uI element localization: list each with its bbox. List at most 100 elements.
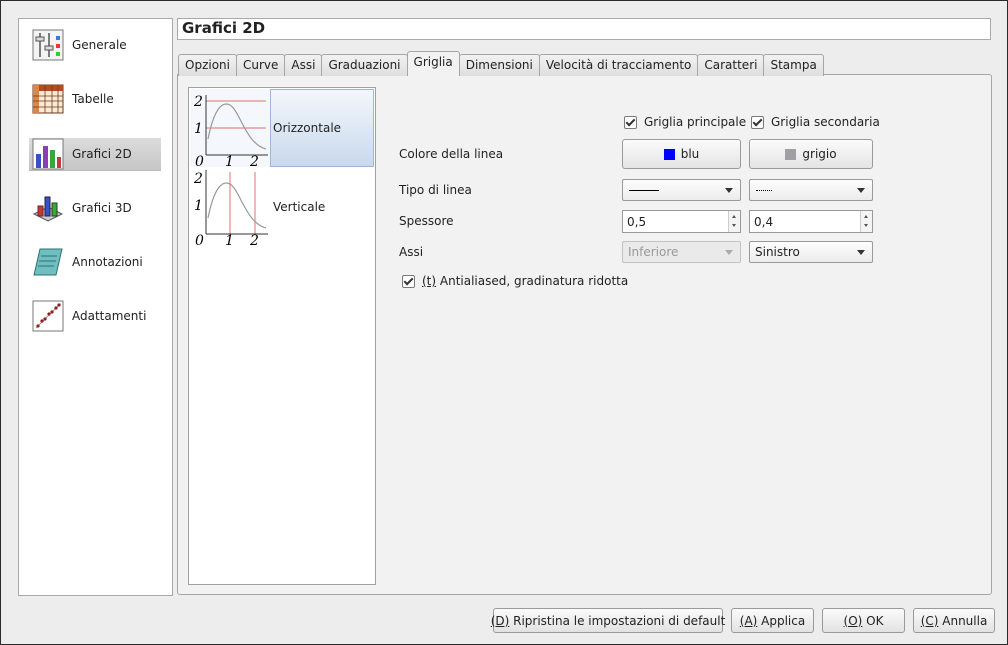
minor-grid-checkbox[interactable]: Griglia secondaria bbox=[751, 115, 880, 129]
minor-axis-value: Sinistro bbox=[755, 245, 800, 259]
preview-tick-y-1: 1 bbox=[194, 121, 203, 137]
major-line-type-select[interactable] bbox=[622, 179, 741, 201]
spin-down-icon bbox=[864, 224, 868, 227]
cancel-button[interactable]: (C) Annulla bbox=[913, 608, 995, 633]
page-title-box: Grafici 2D bbox=[177, 18, 991, 40]
vertical-grid-preview-icon: 2 1 0 1 2 bbox=[193, 170, 268, 246]
checkbox-checked-icon bbox=[402, 274, 415, 288]
minor-axis-select[interactable]: Sinistro bbox=[749, 241, 873, 263]
sidebar-item-label: Adattamenti bbox=[72, 309, 147, 323]
chevron-down-icon bbox=[725, 188, 733, 193]
sidebar-item-label: Annotazioni bbox=[72, 255, 143, 269]
major-thickness-spinbox[interactable]: 0,5 bbox=[622, 210, 741, 233]
tab-stampa[interactable]: Stampa bbox=[763, 54, 824, 76]
preview-tick-y-1: 1 bbox=[194, 198, 203, 214]
tab-opzioni[interactable]: Opzioni bbox=[178, 54, 237, 76]
tab-griglia[interactable]: Griglia bbox=[406, 51, 460, 76]
sidebar-item-grafici-2d[interactable]: Grafici 2D bbox=[29, 138, 161, 171]
3d-chart-icon bbox=[32, 196, 64, 222]
tab-assi[interactable]: Assi bbox=[284, 54, 323, 76]
tab-curve[interactable]: Curve bbox=[235, 54, 286, 76]
line-type-label: Tipo di linea bbox=[399, 183, 472, 197]
preview-tick-x-1: 1 bbox=[225, 233, 234, 246]
checkbox-checked-icon bbox=[624, 115, 637, 129]
tab-velocita[interactable]: Velocità di tracciamento bbox=[538, 54, 699, 76]
annotation-icon bbox=[33, 248, 63, 276]
ok-button[interactable]: (O) OK bbox=[822, 608, 905, 633]
tab-caratteri[interactable]: Caratteri bbox=[697, 54, 765, 76]
table-icon bbox=[32, 84, 64, 114]
restore-label: Ripristina le impostazioni di default bbox=[509, 613, 726, 628]
color-swatch bbox=[785, 148, 797, 160]
shortcut-prefix: (C) bbox=[920, 613, 939, 628]
grid-item-horizontal[interactable]: 2 1 0 1 2 Orizzontale bbox=[190, 89, 374, 167]
preview-tick-x-2: 2 bbox=[249, 154, 259, 167]
preview-tick-x-1: 1 bbox=[225, 154, 234, 167]
antialias-label: Antialiased, gradinatura ridotta bbox=[436, 274, 629, 288]
color-swatch bbox=[663, 148, 675, 160]
dotted-line-sample bbox=[756, 190, 772, 191]
chevron-down-icon bbox=[857, 188, 865, 193]
sidebar-item-annotazioni[interactable]: Annotazioni bbox=[29, 246, 161, 278]
minor-line-type-select[interactable] bbox=[749, 179, 873, 201]
sidebar-item-label: Grafici 3D bbox=[72, 201, 132, 215]
preview-tick-y-2: 2 bbox=[193, 94, 203, 110]
ok-label: OK bbox=[862, 613, 884, 628]
preview-tick-x-0: 0 bbox=[195, 233, 204, 246]
spin-up-icon bbox=[864, 215, 868, 218]
grid-item-label: Verticale bbox=[273, 200, 326, 214]
sidebar-item-label: Grafici 2D bbox=[72, 147, 132, 161]
tab-dimensioni[interactable]: Dimensioni bbox=[458, 54, 540, 76]
preferences-dialog: Generale Tabelle Grafici 2D Grafici 3D A… bbox=[0, 0, 1008, 645]
spin-buttons[interactable] bbox=[728, 211, 740, 232]
tab-bar: Opzioni Curve Assi Graduazioni Griglia D… bbox=[178, 51, 824, 76]
fit-curve-icon bbox=[32, 300, 64, 332]
chevron-down-icon bbox=[857, 250, 865, 255]
major-color-button[interactable]: blu bbox=[622, 139, 741, 169]
spin-buttons[interactable] bbox=[860, 211, 872, 232]
bar-chart-icon bbox=[32, 138, 64, 170]
chevron-down-icon bbox=[725, 250, 733, 255]
grid-orientation-list: 2 1 0 1 2 Orizzontale 2 1 0 1 2 Vertical… bbox=[188, 87, 376, 585]
major-grid-checkbox[interactable]: Griglia principale bbox=[624, 115, 746, 129]
thickness-label: Spessore bbox=[399, 214, 454, 228]
line-color-label: Colore della linea bbox=[399, 147, 504, 161]
shortcut-prefix: (O) bbox=[843, 613, 863, 628]
preview-tick-y-2: 2 bbox=[193, 171, 203, 187]
shortcut-prefix: (A) bbox=[739, 613, 758, 628]
major-color-name: blu bbox=[680, 147, 700, 161]
sidebar-item-tabelle[interactable]: Tabelle bbox=[29, 83, 161, 115]
page-title: Grafici 2D bbox=[182, 19, 266, 37]
major-thickness-value: 0,5 bbox=[627, 215, 647, 229]
minor-thickness-spinbox[interactable]: 0,4 bbox=[749, 210, 873, 233]
shortcut-prefix: (D) bbox=[490, 613, 510, 628]
horizontal-grid-preview-icon: 2 1 0 1 2 bbox=[190, 89, 270, 167]
restore-defaults-button[interactable]: (D) Ripristina le impostazioni di defaul… bbox=[490, 608, 726, 633]
sidebar-item-generale[interactable]: Generale bbox=[29, 29, 161, 61]
antialias-checkbox[interactable]: (t) Antialiased, gradinatura ridotta bbox=[402, 274, 628, 288]
sidebar-item-adattamenti[interactable]: Adattamenti bbox=[29, 300, 161, 332]
solid-line-sample bbox=[629, 190, 659, 191]
spin-down-icon bbox=[732, 224, 736, 227]
preview-tick-x-2: 2 bbox=[249, 233, 259, 246]
tab-graduazioni[interactable]: Graduazioni bbox=[321, 54, 408, 76]
grid-item-label: Orizzontale bbox=[273, 121, 342, 135]
grid-item-vertical[interactable]: 2 1 0 1 2 Verticale bbox=[190, 168, 374, 246]
axes-label: Assi bbox=[399, 245, 424, 259]
apply-button[interactable]: (A) Applica bbox=[731, 608, 814, 633]
cancel-label: Annulla bbox=[938, 613, 988, 628]
major-axis-select: Inferiore bbox=[622, 241, 741, 263]
minor-color-name: grigio bbox=[802, 147, 837, 161]
minor-color-button[interactable]: grigio bbox=[749, 139, 873, 169]
minor-grid-label: Griglia secondaria bbox=[771, 115, 880, 129]
major-grid-label: Griglia principale bbox=[644, 115, 747, 129]
category-sidebar: Generale Tabelle Grafici 2D Grafici 3D A… bbox=[18, 18, 173, 596]
settings-sliders-icon bbox=[32, 29, 64, 61]
sidebar-item-grafici-3d[interactable]: Grafici 3D bbox=[29, 192, 161, 224]
major-axis-value: Inferiore bbox=[628, 245, 679, 259]
apply-label: Applica bbox=[757, 613, 806, 628]
sidebar-item-label: Tabelle bbox=[72, 92, 114, 106]
sidebar-item-label: Generale bbox=[72, 38, 127, 52]
checkbox-checked-icon bbox=[751, 115, 764, 129]
preview-tick-x-0: 0 bbox=[195, 154, 204, 167]
